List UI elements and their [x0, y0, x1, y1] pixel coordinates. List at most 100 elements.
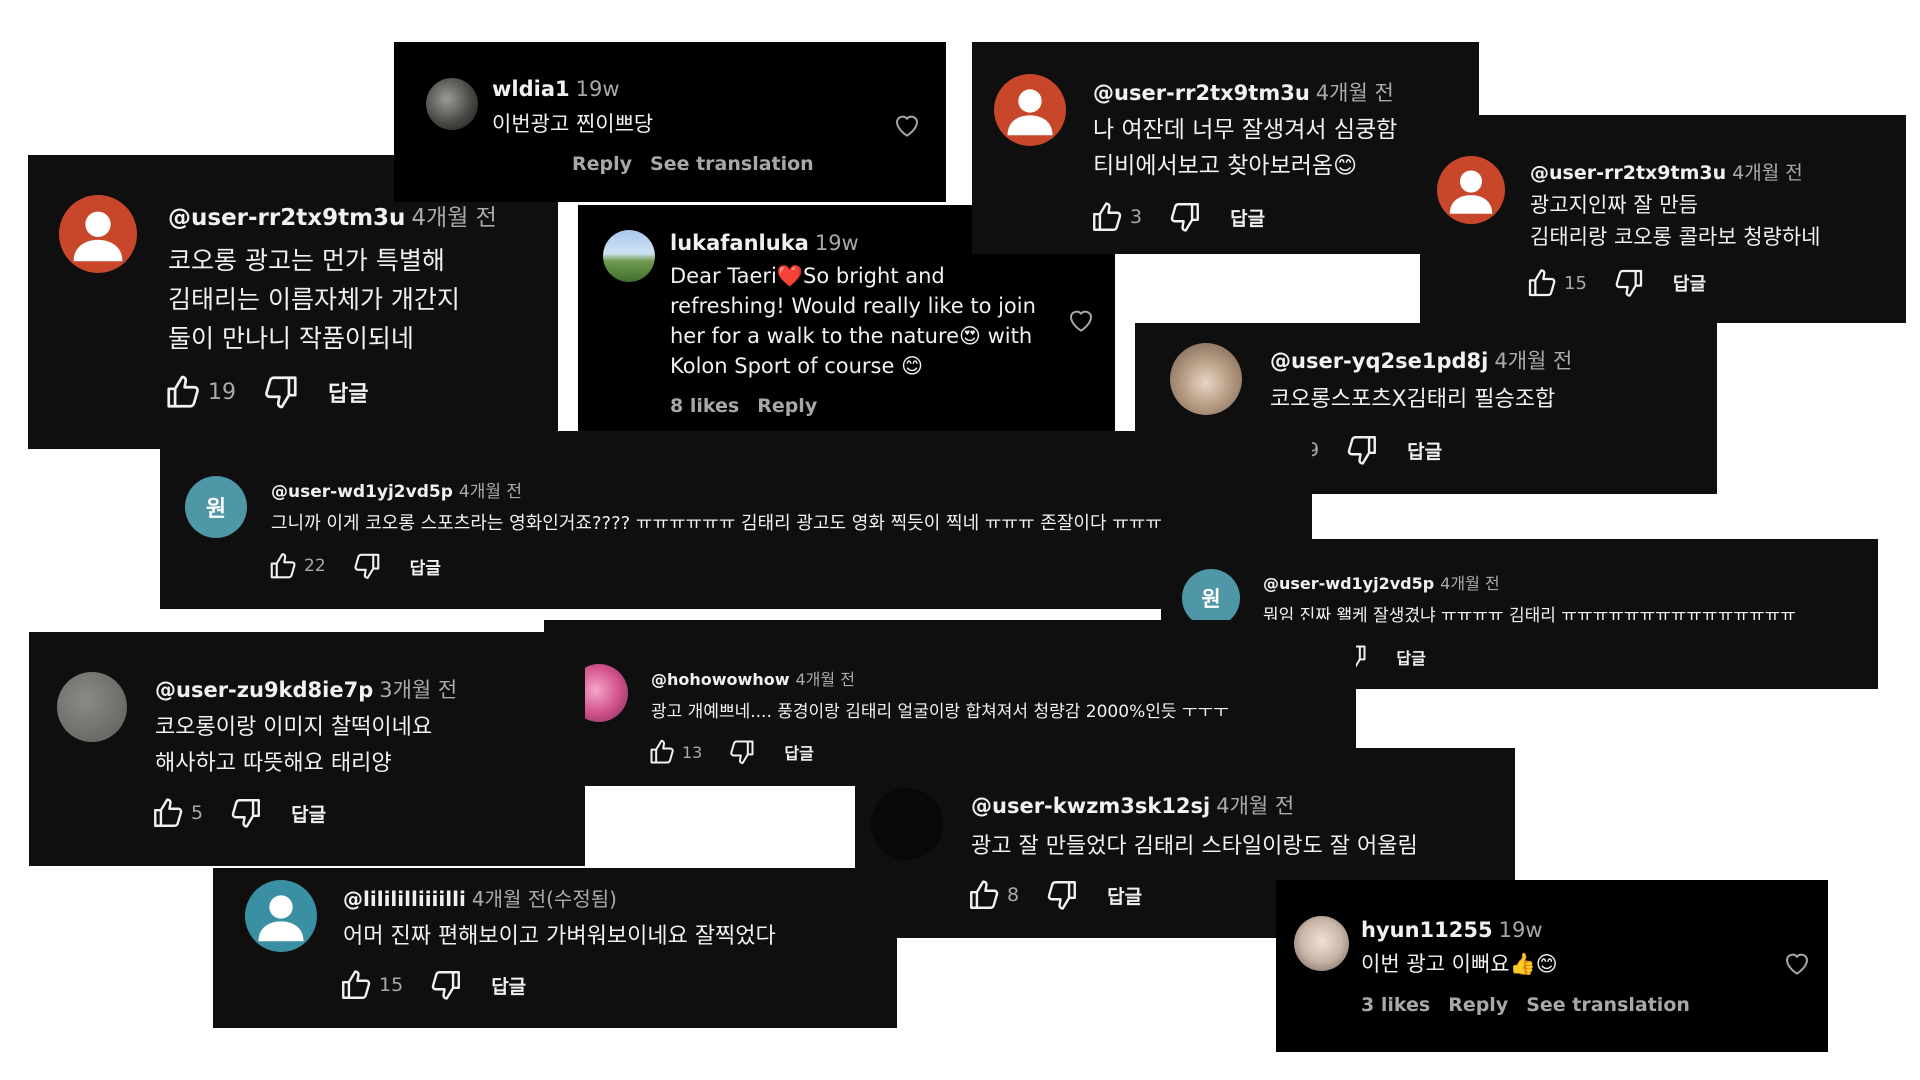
comment-author[interactable]: @user-kwzm3sk12sj 4개월 전	[971, 790, 1294, 820]
reply-button[interactable]: 답글	[491, 972, 526, 999]
avatar-letter: 원	[205, 497, 227, 522]
avatar[interactable]	[871, 788, 943, 860]
like-count: 13	[682, 742, 703, 762]
comment-actions: 5 답글	[151, 796, 326, 830]
reply-button[interactable]: 답글	[1107, 882, 1142, 909]
avatar[interactable]	[1437, 156, 1505, 224]
like-count: 8 likes	[670, 395, 740, 417]
person-avatar-icon	[994, 74, 1066, 146]
reply-button[interactable]: 답글	[328, 376, 368, 408]
comment-text: 나 여잔데 너무 잘생겨서 심쿵함 티비에서보고 찾아보러옴😊	[1093, 112, 1397, 184]
comment-card: @user-rr2tx9tm3u 4개월 전 광고지인짜 잘 만듬 김태리랑 코오…	[1420, 115, 1906, 323]
heart-icon[interactable]	[1066, 305, 1096, 335]
avatar[interactable]	[59, 195, 137, 273]
like-icon[interactable]	[1090, 200, 1124, 234]
comment-time: 4개월 전	[411, 205, 497, 231]
reply-button[interactable]: 답글	[1396, 645, 1425, 669]
comment-author[interactable]: @user-rr2tx9tm3u 4개월 전	[168, 198, 497, 232]
comment-time: 19w	[1498, 918, 1543, 942]
see-translation-button[interactable]: See translation	[650, 153, 814, 175]
like-icon[interactable]	[339, 968, 373, 1002]
heart-icon[interactable]	[1782, 948, 1812, 978]
like-icon[interactable]	[151, 796, 185, 830]
avatar[interactable]	[245, 880, 317, 952]
like-icon[interactable]	[1526, 267, 1558, 299]
dislike-icon[interactable]	[352, 551, 382, 581]
avatar[interactable]	[426, 78, 478, 130]
comment-author[interactable]: @user-wd1yj2vd5p 4개월 전	[271, 477, 522, 502]
reply-button[interactable]: Reply	[757, 395, 817, 417]
reply-button[interactable]: 답글	[1407, 437, 1442, 464]
avatar[interactable]	[994, 74, 1066, 146]
comment-text: 그니까 이게 코오롱 스포츠라는 영화인거죠???? ㅠㅠㅠㅠㅠㅠ 김태리 광고…	[271, 513, 1162, 534]
reply-button[interactable]: Reply	[572, 153, 632, 175]
comment-author[interactable]: @user-rr2tx9tm3u 4개월 전	[1093, 77, 1394, 107]
comment-text: 이번 광고 이뻐요👍😊	[1361, 952, 1558, 976]
avatar[interactable]	[603, 230, 655, 282]
dislike-icon[interactable]	[1045, 878, 1079, 912]
reply-button[interactable]: 답글	[410, 554, 441, 579]
comment-line: 코오롱 광고는 먼가 특별해	[168, 246, 445, 275]
like-icon[interactable]	[268, 551, 298, 581]
comment-time: 4개월 전	[795, 670, 855, 689]
comment-time: 4개월 전	[1494, 349, 1573, 373]
reply-button[interactable]: 답글	[1673, 270, 1706, 296]
comment-author[interactable]: @user-rr2tx9tm3u 4개월 전	[1530, 158, 1803, 185]
dislike-icon[interactable]	[1345, 433, 1379, 467]
comment-author[interactable]: @user-wd1yj2vd5p 4개월 전	[1263, 570, 1500, 594]
reply-button[interactable]: 답글	[784, 740, 813, 764]
comment-text: 광고지인짜 잘 만듬 김태리랑 코오롱 콜라보 청량하네	[1530, 189, 1821, 253]
avatar[interactable]	[57, 672, 127, 742]
comment-author[interactable]: @lilililliiiilli 4개월 전(수정됨)	[343, 883, 617, 912]
reply-button[interactable]: Reply	[1448, 994, 1508, 1016]
reply-button[interactable]: 답글	[291, 800, 326, 827]
person-avatar-icon	[245, 880, 317, 952]
avatar[interactable]	[1170, 343, 1242, 415]
comment-time: 4개월 전	[1440, 574, 1500, 593]
comment-actions: 8 likes Reply	[670, 395, 835, 417]
comment-author[interactable]: hyun11255 19w	[1361, 918, 1543, 942]
person-avatar-icon	[1437, 156, 1505, 224]
see-translation-button[interactable]: See translation	[1526, 994, 1690, 1016]
comment-text: 광고 개예쁘네.... 풍경이랑 김태리 얼굴이랑 합쳐져서 청량감 2000%…	[651, 702, 1229, 722]
dislike-icon[interactable]	[262, 373, 300, 411]
reply-button[interactable]: 답글	[1230, 204, 1265, 231]
person-avatar-icon	[59, 195, 137, 273]
comment-line: Kolon Sport of course 😊	[670, 354, 923, 378]
comment-author[interactable]: lukafanluka 19w	[670, 231, 859, 255]
comment-time: 19w	[575, 77, 620, 101]
comment-line: 김태리랑 코오롱 콜라보 청량하네	[1530, 225, 1821, 249]
dislike-icon[interactable]	[1613, 267, 1645, 299]
comment-line: Dear Taeri❤️So bright and	[670, 264, 945, 288]
like-icon[interactable]	[967, 878, 1001, 912]
comment-text: 코오롱 광고는 먼가 특별해 김태리는 이름자체가 개간지 둘이 만나니 작품이…	[168, 241, 460, 358]
dislike-icon[interactable]	[229, 796, 263, 830]
comment-author[interactable]: wldia1 19w	[492, 77, 620, 101]
comment-actions: 15 답글	[339, 968, 526, 1002]
like-count: 15	[379, 974, 404, 996]
comment-author[interactable]: @user-yq2se1pd8j 4개월 전	[1270, 345, 1572, 375]
comment-card: wldia1 19w 이번광고 찐이쁘당 Reply See translatio…	[394, 42, 946, 202]
comment-author[interactable]: @hohowowhow 4개월 전	[651, 666, 855, 690]
comment-time: 4개월 전	[1732, 162, 1803, 184]
like-icon[interactable]	[164, 373, 202, 411]
avatar-letter: 원	[1201, 587, 1221, 611]
comment-line: 코오롱이랑 이미지 찰떡이네요	[155, 715, 433, 740]
comment-actions: 3 likes Reply See translation	[1361, 994, 1708, 1016]
comment-actions: 8 답글	[967, 878, 1142, 912]
like-icon[interactable]	[648, 738, 676, 766]
dislike-icon[interactable]	[429, 968, 463, 1002]
heart-icon[interactable]	[892, 110, 922, 140]
avatar[interactable]	[1294, 916, 1349, 971]
avatar[interactable]: 원	[185, 476, 247, 538]
comment-actions: 15 답글	[1526, 267, 1706, 299]
dislike-icon[interactable]	[728, 738, 756, 766]
like-count: 15	[1564, 272, 1587, 294]
avatar[interactable]: 원	[1182, 569, 1240, 627]
comment-line: 나 여잔데 너무 잘생겨서 심쿵함	[1093, 117, 1398, 143]
comment-line: her for a walk to the nature😍 with	[670, 324, 1033, 348]
comment-card: 원 @user-wd1yj2vd5p 4개월 전 그니까 이게 코오롱 스포츠라는…	[160, 431, 1312, 609]
comment-author[interactable]: @user-zu9kd8ie7p 3개월 전	[155, 674, 457, 704]
comment-text: 코오롱스포츠X김태리 필승조합	[1270, 387, 1556, 412]
dislike-icon[interactable]	[1168, 200, 1202, 234]
